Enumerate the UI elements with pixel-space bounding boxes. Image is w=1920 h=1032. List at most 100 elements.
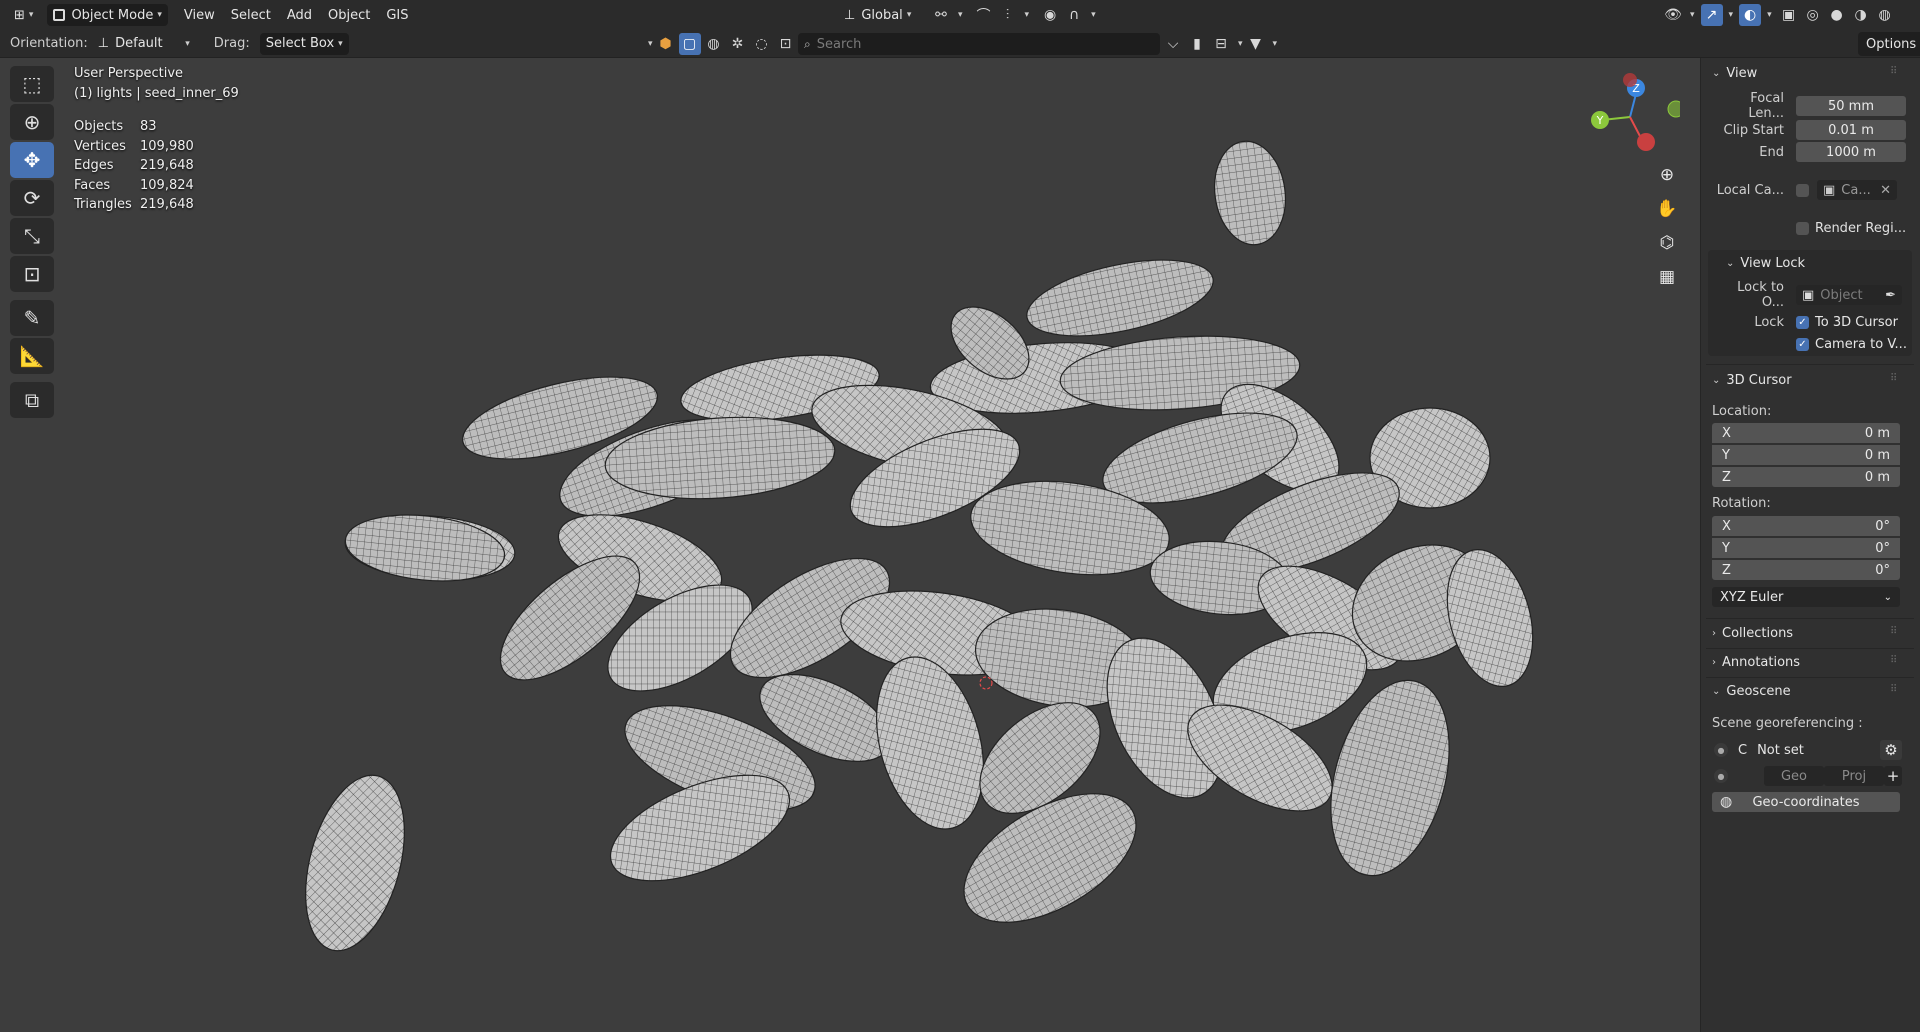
geoscene-panel-header[interactable]: ⌄ Geoscene [1712,684,1791,699]
scale-tool[interactable]: ⤡ [10,218,54,254]
local-camera-checkbox[interactable] [1796,183,1809,197]
drag-handle-icon[interactable]: ⠿ [1890,684,1898,695]
perspective-toggle-button[interactable]: ▦ [1652,262,1682,292]
location-y-field[interactable]: Y 0 m [1712,445,1900,465]
chevron-down-icon[interactable]: ▾ [648,39,653,49]
proj-button[interactable]: Proj [1824,766,1884,786]
chevron-down-icon[interactable]: ▾ [1238,39,1243,49]
transform-tool[interactable]: ⊡ [10,256,54,292]
light-filter-icon[interactable]: ✲ [727,33,749,55]
filter-icon[interactable]: ▼ [1245,33,1267,55]
wireframe-shading-icon[interactable]: ◎ [1802,4,1824,26]
annotate-tool[interactable]: ✎ [10,300,54,336]
chevron-down-icon: ⌄ [1712,686,1721,697]
editor-type-button[interactable]: ⊞ ▾ [8,4,39,26]
transform-orientation-dropdown[interactable]: ⊥ Global ▾ [838,4,917,26]
clip-start-field[interactable]: 0.01 m [1796,120,1906,140]
solid-shading-icon[interactable]: ● [1826,4,1848,26]
gear-icon[interactable]: ⚙ [1880,740,1902,760]
rotation-y-field[interactable]: Y 0° [1712,538,1900,558]
main-header: ⊞ ▾ Object Mode ▾ View Select Add Object G… [0,0,1920,30]
focal-length-field[interactable]: 50 mm [1796,96,1906,116]
local-camera-field[interactable]: ▣ Ca... ✕ [1817,180,1897,200]
drag-handle-icon[interactable]: ⠿ [1890,66,1898,77]
menu-object[interactable]: Object [320,4,378,26]
camera-filter-icon[interactable]: ⊡ [775,33,797,55]
navigation-gizmo[interactable]: Z Y [1580,72,1685,162]
render-region-checkbox[interactable] [1796,221,1809,235]
mode-selector[interactable]: Object Mode ▾ [47,4,168,26]
add-cube-tool[interactable]: ⧉ [10,382,54,418]
camera-to-view-row: ✓ Camera to V... [1796,334,1907,354]
drag-handle-icon[interactable]: ⠿ [1890,373,1898,384]
select-box-tool[interactable]: ⬚ [10,66,54,102]
lock-to-object-field[interactable]: ▣ Object ✒ [1796,285,1902,305]
search-field[interactable]: ⌕ Search [798,33,1160,55]
options-button[interactable]: Options [1858,32,1920,56]
clip-end-field[interactable]: 1000 m [1796,142,1906,162]
pan-button[interactable]: ✋ [1652,194,1682,224]
xray-icon[interactable]: ▣ [1778,4,1800,26]
measure-tool[interactable]: 📐 [10,338,54,374]
cursor-tool[interactable]: ⊕ [10,104,54,140]
location-x-field[interactable]: X 0 m [1712,423,1900,443]
dropdown-arrow-icon[interactable]: ⌵ [1162,33,1184,55]
bookmark-icon[interactable]: ▮ [1186,33,1208,55]
drag-dropdown[interactable]: Select Box ▾ [259,32,349,55]
zoom-icon: ⊕ [1659,165,1675,185]
rotate-tool[interactable]: ⟳ [10,180,54,216]
collections-panel-header[interactable]: › Collections [1712,626,1793,641]
chevron-down-icon[interactable]: ▾ [958,10,963,20]
chevron-down-icon[interactable]: ▾ [1273,39,1278,49]
pivot-point-icon[interactable]: ⚯ [930,4,952,26]
drag-handle-icon[interactable]: ⠿ [1890,626,1898,637]
rendered-shading-icon[interactable]: ◍ [1874,4,1896,26]
geo-button[interactable]: Geo [1764,766,1824,786]
location-z-field[interactable]: Z 0 m [1712,467,1900,487]
rotation-mode-dropdown[interactable]: XYZ Euler ⌄ [1712,587,1900,607]
menu-view[interactable]: View [176,4,223,26]
to-3d-cursor-checkbox[interactable]: ✓ [1796,315,1809,329]
chevron-down-icon[interactable]: ▾ [1690,10,1695,20]
material-shading-icon[interactable]: ◑ [1850,4,1872,26]
add-icon[interactable]: + [1884,766,1902,786]
clear-icon[interactable]: ✕ [1880,183,1891,198]
rotation-z-field[interactable]: Z 0° [1712,560,1900,580]
proportional-edit-icon[interactable]: ◉ [1039,4,1061,26]
drag-handle-icon[interactable]: ⠿ [1890,655,1898,666]
orientation-dropdown[interactable]: ⊥ Default ▾ [92,33,196,55]
camera-to-view-checkbox[interactable]: ✓ [1796,337,1809,351]
geo-coordinates-button[interactable]: ◍ Geo-coordinates [1712,792,1900,812]
camera-view-button[interactable]: ⌬ [1652,228,1682,258]
menu-gis[interactable]: GIS [378,4,416,26]
chevron-down-icon[interactable]: ▾ [1025,10,1030,20]
menu-add[interactable]: Add [279,4,320,26]
overlay-toggle-icon[interactable]: ◐ [1739,4,1762,26]
visibility-icon[interactable]: 👁 [1662,4,1684,26]
lock-cursor-row: Lock ✓ To 3D Cursor [1712,312,1898,332]
gizmo-toggle-icon[interactable]: ↗ [1700,4,1723,26]
rotation-x-field[interactable]: X 0° [1712,516,1900,536]
annotations-panel-header[interactable]: › Annotations [1712,655,1800,670]
3d-viewport[interactable] [0,58,1700,1032]
hierarchy-icon[interactable]: ⊟ [1210,33,1232,55]
select-filter-icon[interactable]: ▢ [678,32,701,55]
zoom-button[interactable]: ⊕ [1652,160,1682,190]
mesh-filter-icon[interactable]: ◍ [703,33,725,55]
clip-end-row: End 1000 m [1712,142,1906,162]
eyedropper-icon[interactable]: ✒ [1885,288,1896,303]
menu-select[interactable]: Select [223,4,279,26]
chevron-down-icon[interactable]: ▾ [1767,10,1772,20]
chevron-down-icon[interactable]: ▾ [1729,10,1734,20]
chevron-down-icon[interactable]: ▾ [1091,10,1096,20]
view-lock-header[interactable]: ⌄ View Lock [1726,256,1805,271]
move-tool[interactable]: ✥ [10,142,54,178]
world-filter-icon[interactable]: ◌ [751,33,773,55]
object-type-icon[interactable]: ⬢ [655,33,677,55]
cursor-icon: ⊕ [23,110,41,134]
snap-icon[interactable]: ⌒ [973,4,995,26]
falloff-icon[interactable]: ∩ [1063,4,1085,26]
snap-target-icon[interactable]: ⫶ [997,4,1019,26]
view-panel-header[interactable]: ⌄ View [1712,66,1757,81]
cursor-panel-header[interactable]: ⌄ 3D Cursor [1712,373,1792,388]
